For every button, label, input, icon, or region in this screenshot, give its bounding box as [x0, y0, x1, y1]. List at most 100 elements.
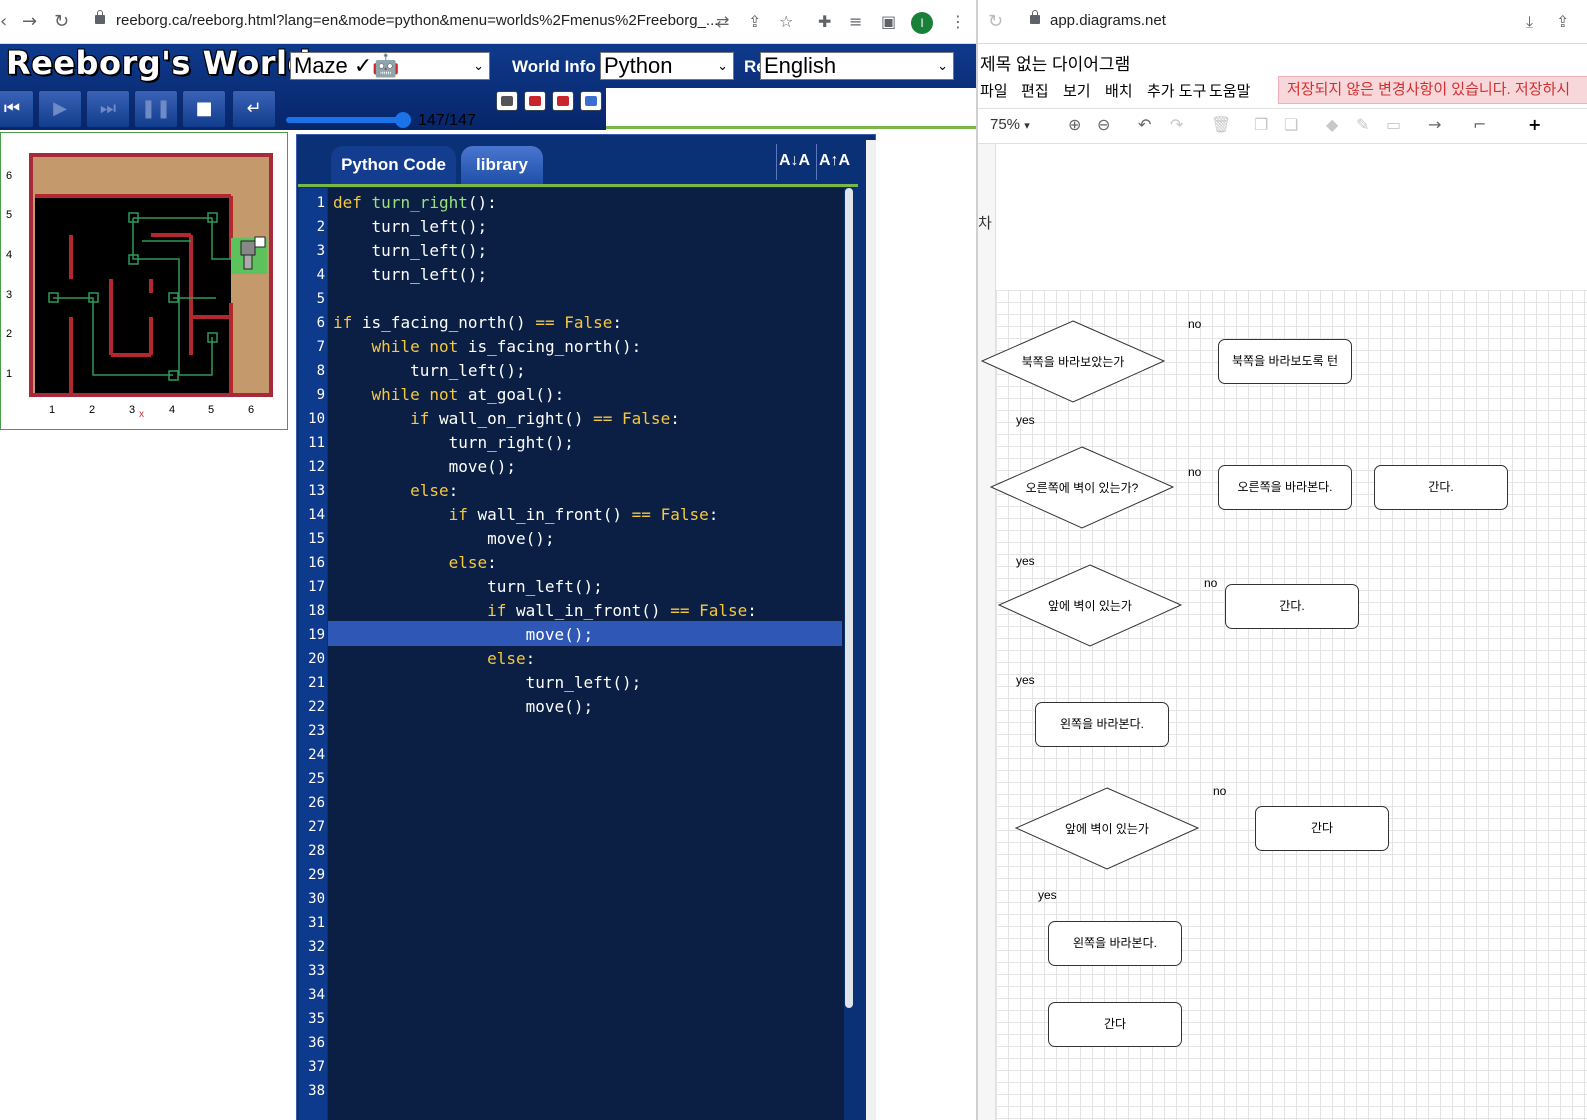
world-select[interactable]: Maze ✓🤖 ⌄ — [290, 52, 490, 80]
forward-icon[interactable]: → — [22, 12, 37, 32]
code-scrollbar[interactable] — [845, 188, 853, 1008]
media-icon[interactable]: ≡ — [849, 12, 862, 31]
url-text[interactable]: reeborg.ca/reeborg.html?lang=en&mode=pyt… — [116, 12, 718, 29]
code-line[interactable]: if wall_in_front() == False: — [333, 599, 757, 623]
document-title[interactable]: 제목 없는 다이어그램 — [980, 50, 1130, 75]
box-go-4[interactable]: 간다 — [1048, 1002, 1182, 1047]
zoom-in-icon[interactable]: ⊕ — [1068, 115, 1081, 134]
font-decrease-button[interactable]: A↓A — [776, 144, 812, 180]
extensions-icon[interactable]: ✚ — [818, 12, 831, 31]
connection-icon[interactable]: → — [1428, 115, 1441, 134]
code-line[interactable]: if wall_on_right() == False: — [333, 407, 680, 431]
share-icon[interactable]: ⇪ — [748, 12, 761, 31]
zoom-level[interactable]: 75% ▾ — [990, 116, 1030, 133]
box-turn-north[interactable]: 북쪽을 바라보도록 턴 — [1218, 339, 1352, 384]
code-line[interactable]: move(); — [333, 695, 593, 719]
undo-icon[interactable]: ↶ — [1138, 115, 1151, 134]
box-go-3[interactable]: 간다 — [1255, 806, 1389, 851]
box-face-right[interactable]: 오른쪽을 바라본다. — [1218, 465, 1352, 510]
x-label-4: 4 — [169, 404, 176, 416]
fill-color-icon[interactable]: ◆ — [1326, 115, 1338, 134]
tab-python-code[interactable]: Python Code — [331, 146, 456, 184]
world-info-button[interactable]: World Info — [512, 57, 596, 77]
sidepanel-icon[interactable]: ▣ — [881, 12, 896, 31]
url-text[interactable]: app.diagrams.net — [1050, 12, 1166, 29]
line-number: 15 — [308, 531, 325, 547]
menu-extras[interactable]: 추가 도구 — [1147, 80, 1206, 101]
speed-slider-track[interactable] — [286, 117, 404, 123]
box-go-1[interactable]: 간다. — [1374, 465, 1508, 510]
step-button[interactable]: ⏭ — [86, 90, 130, 128]
tab-library[interactable]: library — [461, 146, 543, 184]
to-front-icon[interactable]: ❐ — [1254, 115, 1268, 134]
programming-language-select[interactable]: Python ⌄ — [600, 52, 734, 80]
code-line[interactable]: else: — [333, 479, 458, 503]
line-number: 12 — [308, 459, 325, 475]
reload-icon[interactable]: ↻ — [54, 12, 69, 32]
shadow-icon[interactable]: ▭ — [1386, 115, 1401, 134]
editor-outer-scrollbar[interactable] — [866, 140, 876, 1120]
bookmark-star-icon[interactable]: ☆ — [779, 12, 793, 31]
line-number: 3 — [316, 243, 325, 259]
unsaved-changes-notice[interactable]: 저장되지 않은 변경사항이 있습니다. 저장하시 — [1278, 76, 1587, 104]
robot-model-icon[interactable] — [496, 91, 518, 111]
waypoints-icon[interactable]: ⌐ — [1473, 115, 1486, 134]
to-back-icon[interactable]: ❏ — [1284, 115, 1298, 134]
human-language-select[interactable]: English ⌄ — [760, 52, 954, 80]
code-line[interactable]: while not is_facing_north(): — [333, 335, 642, 359]
world-edit-icon[interactable] — [552, 91, 574, 111]
back-icon[interactable]: ‹ — [0, 12, 7, 32]
code-line[interactable]: if is_facing_north() == False: — [333, 311, 622, 335]
clear-icon[interactable] — [524, 91, 546, 111]
line-number: 24 — [308, 747, 325, 763]
lock-icon[interactable] — [95, 10, 105, 24]
lock-icon[interactable] — [1030, 10, 1040, 24]
translate-icon[interactable]: ⇄ — [716, 12, 729, 31]
pause-button[interactable]: ❚❚ — [134, 90, 178, 128]
code-line[interactable]: turn_left(); — [333, 239, 488, 263]
code-line[interactable]: turn_left(); — [333, 263, 488, 287]
profile-avatar[interactable]: I — [911, 12, 933, 34]
code-line[interactable]: move(); — [333, 623, 593, 647]
code-line[interactable]: else: — [333, 647, 535, 671]
run-button[interactable]: ▶ — [38, 90, 82, 128]
share-icon[interactable]: ⇪ — [1556, 12, 1569, 31]
code-line[interactable]: def turn_right(): — [333, 191, 497, 215]
menu-edit[interactable]: 편집 — [1021, 80, 1049, 101]
stop-button[interactable]: ■ — [182, 90, 226, 128]
speed-slider-knob[interactable] — [395, 112, 411, 128]
line-number: 7 — [316, 339, 325, 355]
menu-file[interactable]: 파일 — [980, 80, 1008, 101]
label-yes: yes — [1038, 888, 1057, 902]
code-line[interactable]: move(); — [333, 527, 554, 551]
code-line[interactable]: else: — [333, 551, 497, 575]
box-go-2[interactable]: 간다. — [1225, 584, 1359, 629]
menu-help[interactable]: 도움말 — [1209, 80, 1250, 101]
install-app-icon[interactable]: ⤓ — [1526, 12, 1533, 32]
zoom-out-icon[interactable]: ⊖ — [1097, 115, 1110, 134]
code-line[interactable]: move(); — [333, 455, 516, 479]
code-line[interactable]: turn_left(); — [333, 215, 488, 239]
reload-world-button[interactable]: ⏮ — [0, 90, 34, 128]
delete-icon[interactable]: 🗑 — [1211, 115, 1231, 134]
shapes-sidebar-collapsed[interactable] — [978, 144, 996, 1120]
return-button[interactable]: ↵ — [232, 90, 276, 128]
menu-arrange[interactable]: 배치 — [1105, 80, 1133, 101]
redo-icon[interactable]: ↷ — [1170, 115, 1183, 134]
insert-plus-icon[interactable]: + — [1528, 115, 1541, 134]
box-face-left-1[interactable]: 왼쪽을 바라본다. — [1035, 702, 1169, 747]
code-line[interactable]: while not at_goal(): — [333, 383, 565, 407]
code-line[interactable]: turn_right(); — [333, 431, 574, 455]
highlight-icon[interactable] — [580, 91, 602, 111]
box-face-left-2[interactable]: 왼쪽을 바라본다. — [1048, 921, 1182, 966]
line-color-icon[interactable]: ✎ — [1356, 115, 1369, 134]
more-menu-icon[interactable]: ⋮ — [950, 12, 966, 31]
font-increase-button[interactable]: A↑A — [816, 144, 852, 180]
reload-icon[interactable]: ↻ — [988, 12, 1003, 32]
code-line[interactable]: turn_left(); — [333, 575, 603, 599]
menu-view[interactable]: 보기 — [1063, 80, 1091, 101]
y-label-5: 5 — [6, 209, 13, 221]
code-line[interactable]: turn_left(); — [333, 671, 642, 695]
code-line[interactable]: turn_left(); — [333, 359, 526, 383]
code-line[interactable]: if wall_in_front() == False: — [333, 503, 719, 527]
